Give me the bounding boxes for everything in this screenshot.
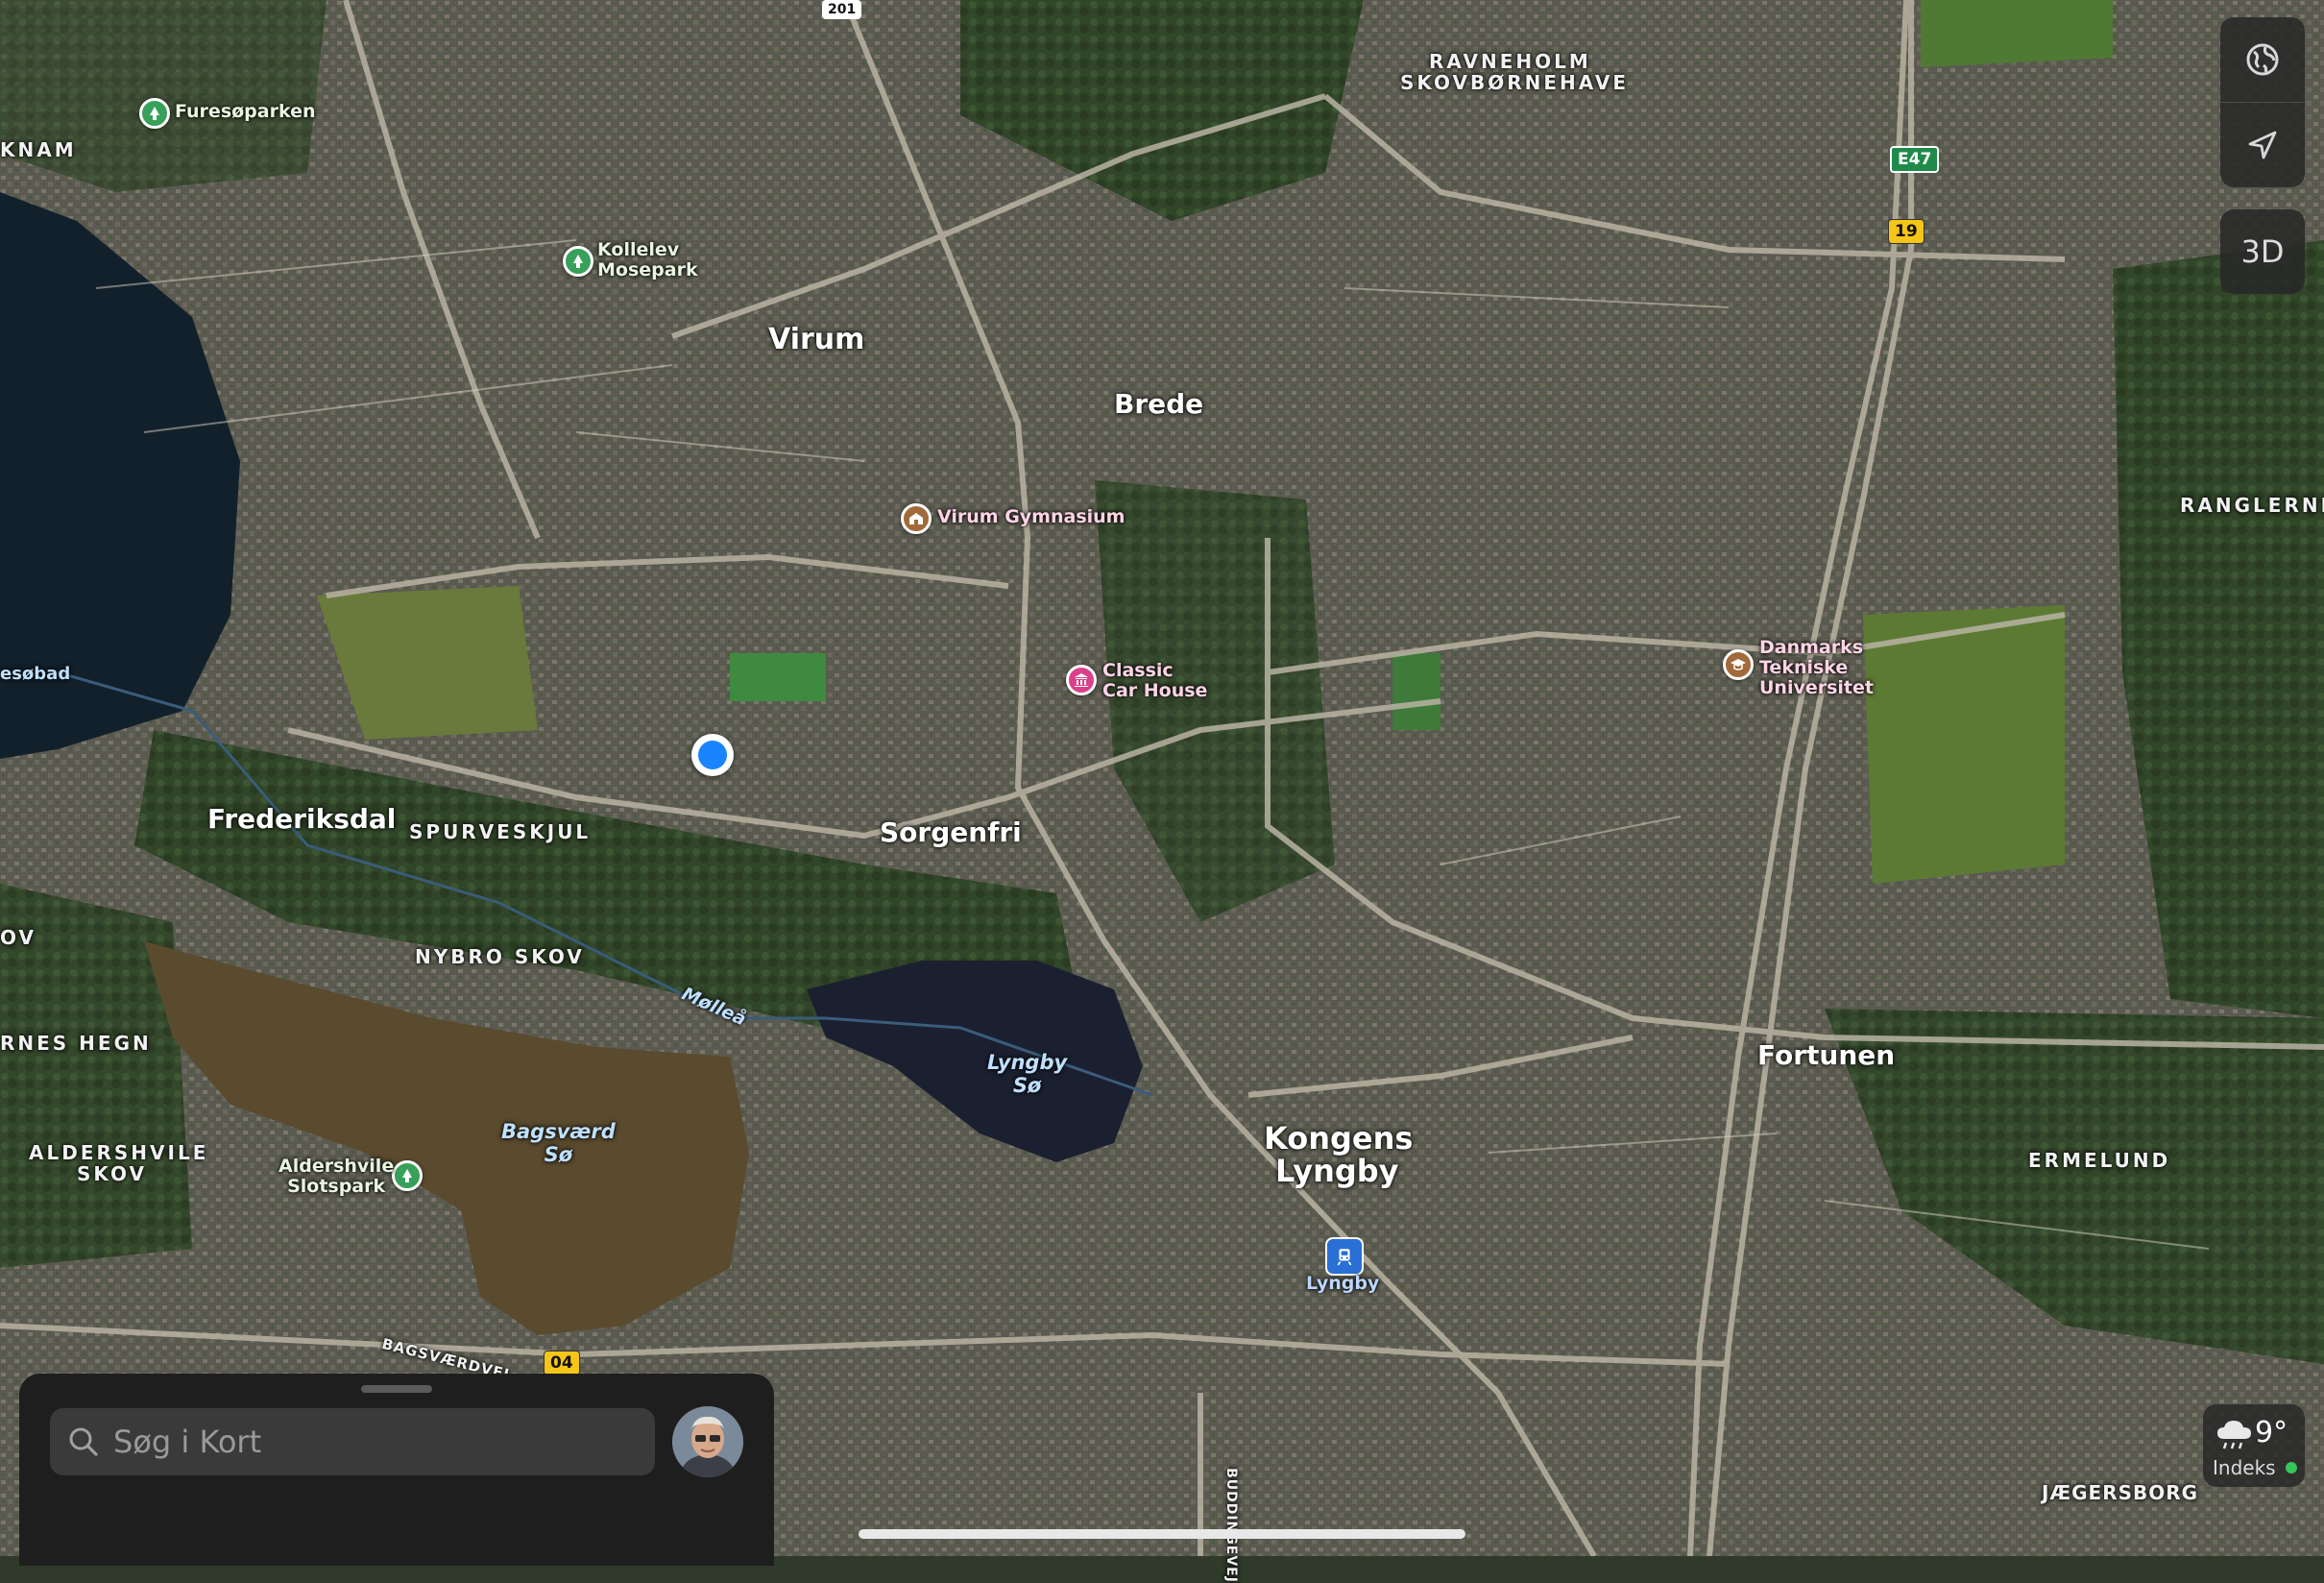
poi-label-furesoparken[interactable]: Furesøparken: [175, 102, 316, 122]
area-label-ermelund: ERMELUND: [2028, 1149, 2171, 1172]
poi-label-dtu[interactable]: Danmarks Tekniske Universitet: [1759, 638, 1874, 698]
search-icon: [69, 1427, 98, 1456]
globe-icon: [2246, 43, 2279, 76]
area-label-skovbornehave: SKOVBØRNEHAVE: [1400, 71, 1629, 94]
poi-label-line: Universitet: [1759, 677, 1874, 698]
poi-label-virum-gymnasium[interactable]: Virum Gymnasium: [937, 507, 1125, 527]
location-arrow-icon: [2248, 131, 2277, 159]
poi-label-lyngby-station[interactable]: Lyngby: [1306, 1274, 1379, 1294]
poi-label-line: Kollelev: [597, 239, 680, 260]
area-label-nybro-skov: NYBRO SKOV: [415, 945, 585, 968]
poi-label-line: Danmarks: [1759, 637, 1864, 658]
university-pin-icon[interactable]: [1723, 649, 1754, 680]
water-label-lyngby-so: Lyngby Sø: [987, 1051, 1067, 1097]
park-pin-icon[interactable]: [139, 98, 170, 129]
weather-index-label: Indeks: [2213, 1456, 2276, 1479]
area-label-rnes-hegn: RNES HEGN: [0, 1032, 152, 1055]
area-label-jaegersborg: JÆGERSBORG: [2042, 1481, 2199, 1504]
area-label-knam: KNAM: [0, 138, 77, 161]
town-label-virum[interactable]: Virum: [768, 323, 864, 356]
air-quality-dot: [2286, 1462, 2297, 1473]
town-label-brede[interactable]: Brede: [1114, 388, 1203, 420]
track-location-button[interactable]: [2220, 102, 2305, 187]
town-label-lyngby[interactable]: Lyngby: [1275, 1153, 1399, 1189]
town-label-fortunen[interactable]: Fortunen: [1757, 1039, 1895, 1071]
3d-button[interactable]: 3D: [2220, 209, 2305, 294]
satellite-map[interactable]: [0, 0, 2324, 1556]
road-shield-e47: E47: [1890, 146, 1940, 173]
location-dot-core: [698, 741, 727, 769]
poi-label-aldershvile-slotspark[interactable]: Aldershvile Slotspark: [278, 1157, 394, 1197]
road-shield-201: 201: [822, 0, 862, 19]
area-label-aldershvile: ALDERSHVILE: [29, 1141, 209, 1164]
train-station-icon[interactable]: [1325, 1237, 1364, 1276]
search-input[interactable]: [111, 1423, 634, 1461]
map-controls: [2220, 17, 2305, 187]
poi-label-kollelev-mosepark[interactable]: Kollelev Mosepark: [597, 240, 698, 280]
area-label-spurveskjul: SPURVESKJUL: [409, 820, 592, 843]
area-label-ranglerne: RANGLERNE: [2180, 494, 2324, 517]
road-label-buddingevej: BUDDINGEVEJ: [1223, 1468, 1239, 1583]
poi-label-line: Aldershvile: [278, 1156, 395, 1177]
current-location-dot[interactable]: [691, 734, 734, 776]
town-label-kongens[interactable]: Kongens: [1264, 1120, 1413, 1157]
park-pin-icon[interactable]: [392, 1160, 423, 1191]
area-label-skov: SKOV: [77, 1162, 147, 1185]
avatar[interactable]: [672, 1406, 743, 1477]
water-label-esobad: esøbad: [0, 664, 71, 684]
town-label-sorgenfri[interactable]: Sorgenfri: [880, 816, 1022, 848]
water-label-line: Sø: [544, 1143, 573, 1166]
poi-label-classic-car-house[interactable]: Classic Car House: [1102, 661, 1207, 701]
area-label-ravneholm: RAVNEHOLM: [1429, 50, 1591, 73]
water-label-bagsvaerd-so: Bagsværd Sø: [501, 1120, 616, 1166]
weather-temp: 9°: [2255, 1416, 2288, 1449]
poi-label-line: Mosepark: [597, 259, 698, 280]
cloud-rain-icon: [2217, 1421, 2251, 1449]
museum-pin-icon[interactable]: [1066, 665, 1097, 695]
road-shield-04: 04: [544, 1351, 580, 1376]
town-label-frederiksdal[interactable]: Frederiksdal: [207, 803, 396, 835]
globe-button[interactable]: [2220, 17, 2305, 102]
water-label-line: Bagsværd: [501, 1120, 616, 1143]
search-bar[interactable]: [50, 1408, 655, 1475]
road-shield-19: 19: [1888, 219, 1925, 244]
poi-label-line: Classic: [1102, 660, 1174, 681]
park-pin-icon[interactable]: [563, 246, 593, 277]
water-label-line: Sø: [1012, 1074, 1042, 1097]
poi-label-line: Slotspark: [287, 1176, 386, 1197]
water-label-line: Lyngby: [987, 1051, 1068, 1074]
weather-widget[interactable]: 9° Indeks: [2203, 1404, 2305, 1487]
home-indicator[interactable]: [859, 1529, 1465, 1539]
poi-label-line: Tekniske: [1759, 657, 1849, 678]
sheet-grabber[interactable]: [361, 1385, 432, 1393]
poi-label-line: Car House: [1102, 680, 1208, 701]
area-label-ov: OV: [0, 926, 36, 949]
search-sheet[interactable]: [19, 1374, 774, 1566]
school-pin-icon[interactable]: [901, 503, 932, 534]
